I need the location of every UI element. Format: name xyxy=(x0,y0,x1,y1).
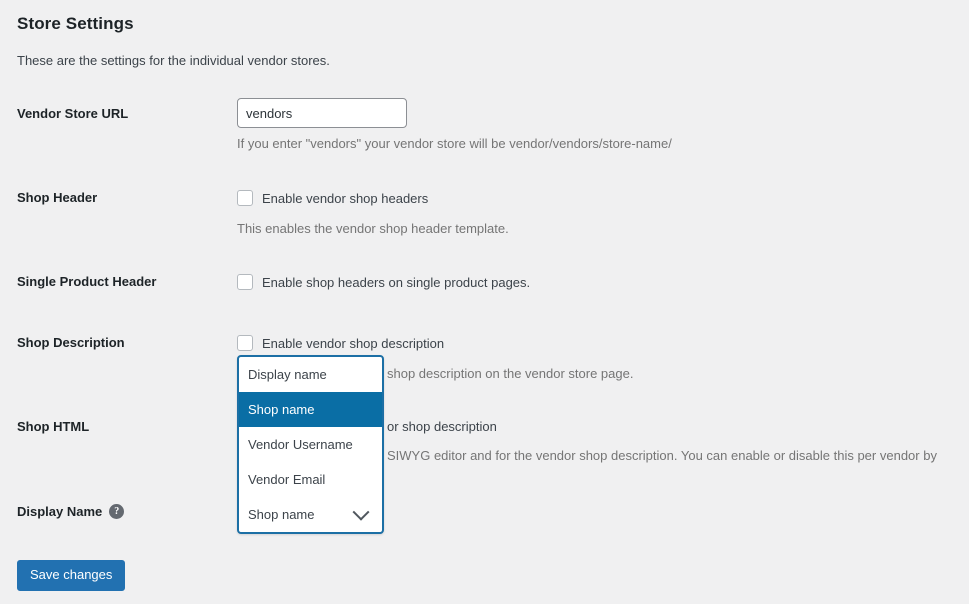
page-subtitle: These are the settings for the individua… xyxy=(17,53,330,68)
select-current-value[interactable]: Shop name xyxy=(239,497,382,532)
label-shop-header: Shop Header xyxy=(17,190,98,205)
select-option-vendor-username[interactable]: Vendor Username xyxy=(239,427,382,462)
select-option-vendor-email[interactable]: Vendor Email xyxy=(239,462,382,497)
checkbox-label-shop-header: Enable vendor shop headers xyxy=(262,190,429,206)
question-mark-icon[interactable]: ? xyxy=(109,504,125,519)
save-changes-button[interactable]: Save changes xyxy=(17,560,126,591)
label-shop-description: Shop Description xyxy=(17,335,125,350)
select-current-value-text: Shop name xyxy=(248,507,315,522)
store-settings-page: Store Settings These are the settings fo… xyxy=(0,0,969,604)
checkbox-label-shop-description: Enable vendor shop description xyxy=(262,335,445,351)
select-option-display-name[interactable]: Display name xyxy=(239,357,382,392)
help-vendor-store-url: If you enter "vendors" your vendor store… xyxy=(237,136,672,151)
label-display-name-text: Display Name xyxy=(17,504,103,519)
checkbox-box-icon[interactable] xyxy=(237,190,253,206)
select-option-shop-name[interactable]: Shop name xyxy=(239,392,382,427)
checkbox-box-icon[interactable] xyxy=(237,274,253,290)
help-shop-html: SIWYG editor and for the vendor shop des… xyxy=(387,448,937,463)
label-shop-html: Shop HTML xyxy=(17,419,90,434)
label-single-product-header: Single Product Header xyxy=(17,274,157,289)
vendor-store-url-input[interactable] xyxy=(237,98,407,128)
label-display-name: Display Name ? xyxy=(17,504,125,519)
checkbox-single-product-header[interactable]: Enable shop headers on single product pa… xyxy=(237,274,530,290)
chevron-down-icon xyxy=(352,503,370,521)
checkbox-shop-header[interactable]: Enable vendor shop headers xyxy=(237,190,428,206)
checkbox-shop-description[interactable]: Enable vendor shop description xyxy=(237,335,444,351)
help-shop-header: This enables the vendor shop header temp… xyxy=(237,221,509,236)
label-vendor-store-url: Vendor Store URL xyxy=(17,106,129,121)
checkbox-label-shop-html: or shop description xyxy=(387,419,497,434)
help-shop-description: shop description on the vendor store pag… xyxy=(387,366,634,381)
checkbox-shop-html[interactable]: or shop description xyxy=(387,419,497,434)
checkbox-box-icon[interactable] xyxy=(237,335,253,351)
display-name-select[interactable]: Display name Shop name Vendor Username V… xyxy=(237,355,384,534)
field-vendor-store-url xyxy=(237,98,407,128)
page-title: Store Settings xyxy=(17,14,134,33)
checkbox-label-single-product-header: Enable shop headers on single product pa… xyxy=(262,274,531,290)
